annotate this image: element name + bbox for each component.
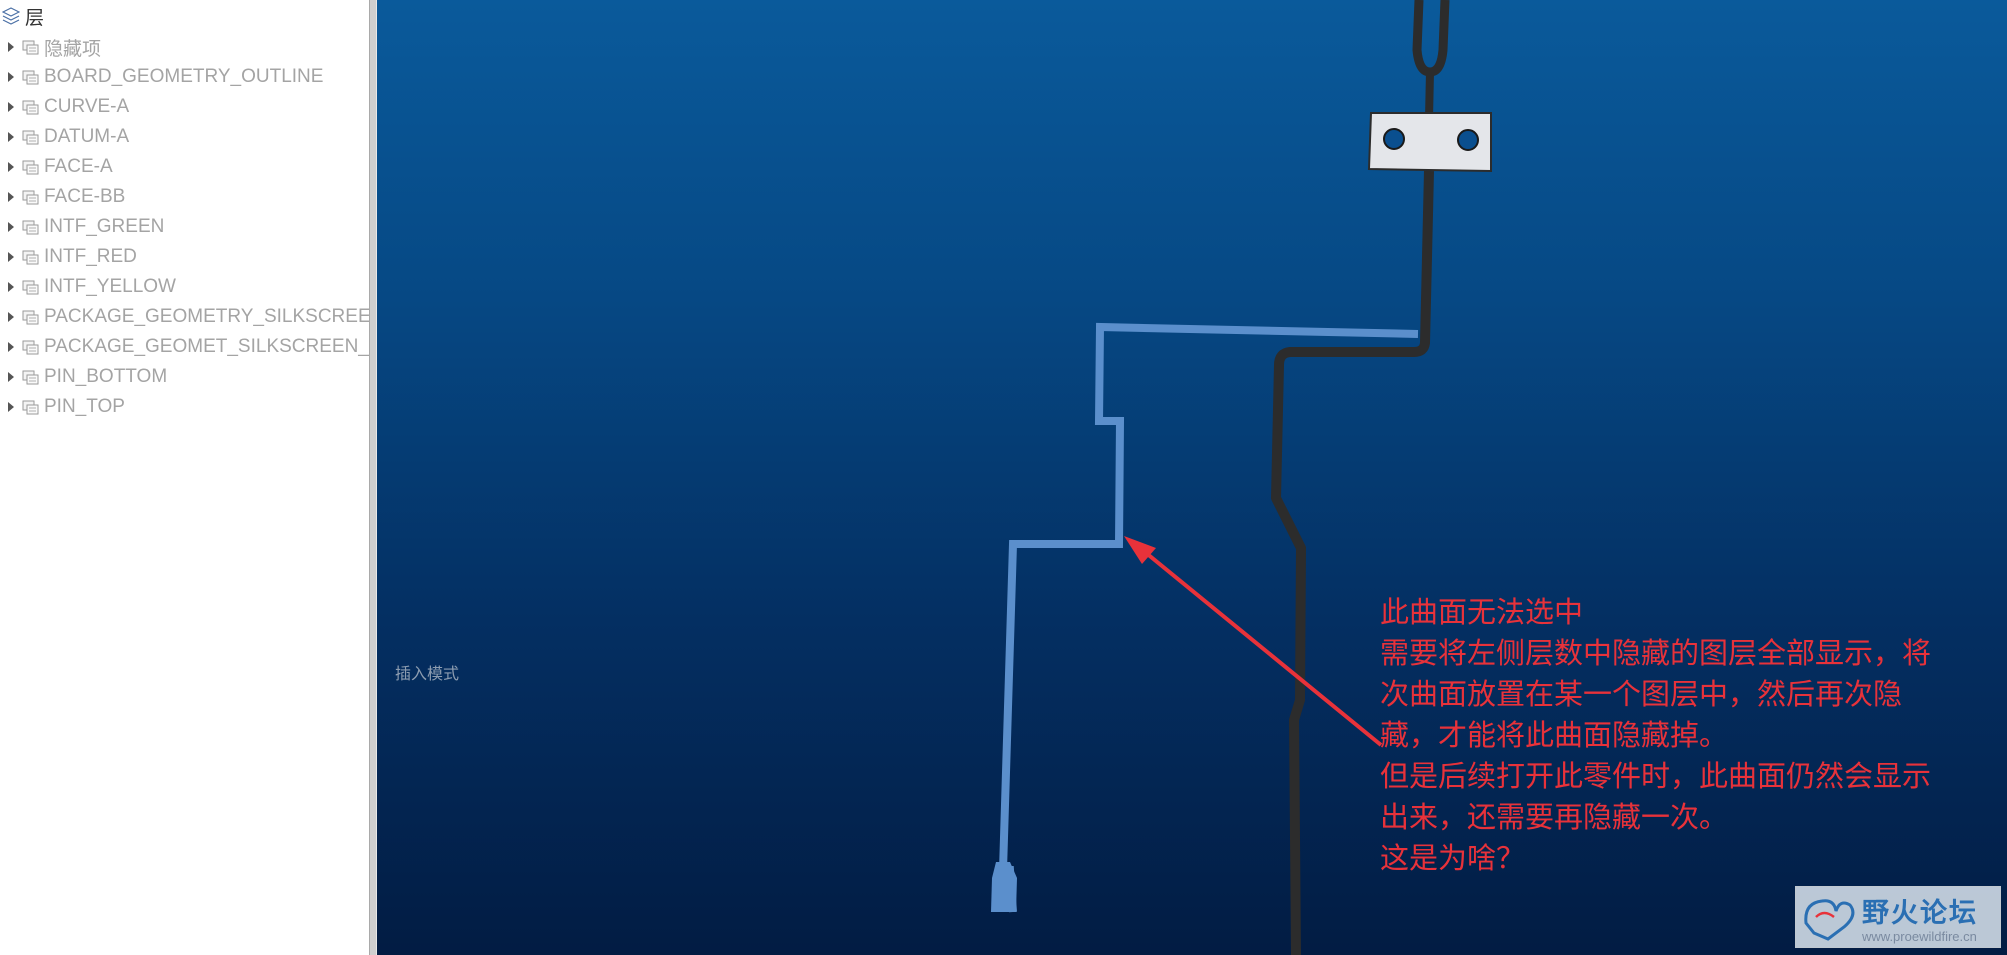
layer-item[interactable]: INTF_YELLOW	[0, 272, 369, 302]
trace-upper	[1425, 71, 1434, 119]
layer-icon	[22, 100, 39, 114]
layer-icon	[22, 340, 39, 354]
annotation-line: 这是为啥？	[1380, 841, 1526, 875]
layer-panel-header[interactable]: 层	[2, 4, 45, 29]
layer-label: DATUM-A	[44, 126, 130, 147]
layer-label: PIN_TOP	[44, 396, 125, 417]
expand-arrow-icon[interactable]	[8, 132, 14, 142]
layer-item[interactable]: PACKAGE_GEOMET_SILKSCREEN_B	[0, 332, 382, 362]
expand-arrow-icon[interactable]	[8, 102, 14, 112]
layer-item[interactable]: FACE-A	[0, 152, 369, 182]
layer-icon	[22, 370, 39, 384]
layer-item[interactable]: DATUM-A	[0, 122, 369, 152]
annotation-line: 但是后续打开此零件时，此曲面仍然会显示	[1380, 759, 1932, 793]
annotation-arrow-line	[1138, 546, 1383, 747]
annotation-line: 此曲面无法选中	[1380, 595, 1584, 629]
annotation-arrowhead	[1124, 536, 1156, 564]
layer-item[interactable]: INTF_RED	[0, 242, 369, 272]
layer-label: INTF_GREEN	[44, 216, 165, 237]
panel-splitter[interactable]	[369, 0, 377, 955]
layer-label: PACKAGE_GEOMET_SILKSCREEN_B	[44, 336, 382, 357]
layer-label: 隐藏项	[44, 38, 102, 60]
layer-item[interactable]: PACKAGE_GEOMETRY_SILKSCREEN	[0, 302, 384, 332]
expand-arrow-icon[interactable]	[8, 192, 14, 202]
forum-watermark: 野火论坛 www.proewildfire.cn	[1795, 886, 2001, 948]
layer-icon	[22, 130, 39, 144]
layer-label: PIN_BOTTOM	[44, 366, 168, 387]
layer-item[interactable]: PIN_TOP	[0, 392, 369, 422]
expand-arrow-icon[interactable]	[8, 252, 14, 262]
layer-tree: 隐藏项 BOARD_GEOMETRY_OUTLINE CURVE-A DATUM-A F…	[0, 32, 384, 422]
layer-label: INTF_RED	[44, 246, 137, 267]
layer-tree-panel: 层 隐藏项 BOARD_GEOMETRY_OUTLINE CURVE-A DATUM-…	[0, 0, 384, 955]
expand-arrow-icon[interactable]	[8, 162, 14, 172]
annotation-text: 此曲面无法选中需要将左侧层数中隐藏的图层全部显示，将 次曲面放置在某一个图层中，然…	[1380, 592, 2000, 879]
pad-hole-right	[1457, 129, 1479, 151]
surface-end-tab	[991, 862, 1017, 912]
watermark-title: 野火论坛	[1862, 898, 1978, 929]
layer-icon	[22, 400, 39, 414]
expand-arrow-icon[interactable]	[8, 312, 14, 322]
layer-label: FACE-A	[44, 156, 113, 177]
layer-label: CURVE-A	[44, 96, 130, 117]
layer-item[interactable]: FACE-BB	[0, 182, 369, 212]
layer-icon	[22, 250, 39, 264]
graphics-viewport[interactable]: 插入模式 此曲面无法选中需要将左侧层数中隐藏的图层全部显示，将 次曲面放置在某一个…	[377, 0, 2007, 955]
layer-item[interactable]: PIN_BOTTOM	[0, 362, 369, 392]
layer-label: BOARD_GEOMETRY_OUTLINE	[44, 66, 324, 87]
expand-arrow-icon[interactable]	[8, 282, 14, 292]
layer-item[interactable]: CURVE-A	[0, 92, 369, 122]
layer-label: FACE-BB	[44, 186, 126, 207]
expand-arrow-icon[interactable]	[8, 222, 14, 232]
trace-top-loop	[1412, 0, 1450, 77]
layer-icon	[22, 190, 39, 204]
layer-item[interactable]: 隐藏项	[0, 32, 369, 62]
expand-arrow-icon[interactable]	[8, 372, 14, 382]
wildfire-logo-icon	[1804, 899, 1855, 941]
annotation-line: 藏，才能将此曲面隐藏掉。	[1380, 718, 1729, 752]
layer-icon	[22, 280, 39, 294]
expand-arrow-icon[interactable]	[8, 42, 14, 52]
annotation-line: 出来，还需要再隐藏一次。	[1380, 800, 1729, 834]
insert-mode-label: 插入模式	[395, 664, 460, 683]
layer-icon	[22, 160, 39, 174]
layer-panel-title: 层	[25, 6, 45, 29]
expand-arrow-icon[interactable]	[8, 342, 14, 352]
annotation-line: 需要将左侧层数中隐藏的图层全部显示，将	[1380, 636, 1932, 670]
layer-label: PACKAGE_GEOMETRY_SILKSCREEN	[44, 306, 385, 327]
expand-arrow-icon[interactable]	[8, 402, 14, 412]
layer-icon	[22, 220, 39, 234]
layer-icon	[22, 310, 39, 324]
pad-hole-left	[1383, 128, 1405, 150]
layer-label: INTF_YELLOW	[44, 276, 176, 297]
layer-item[interactable]: INTF_GREEN	[0, 212, 369, 242]
layers-icon	[2, 7, 20, 25]
layer-icon	[22, 40, 39, 54]
annotation-line: 次曲面放置在某一个图层中，然后再次隐	[1380, 677, 1903, 711]
watermark-url: www.proewildfire.cn	[1862, 929, 1977, 944]
layer-icon	[22, 70, 39, 84]
layer-item[interactable]: BOARD_GEOMETRY_OUTLINE	[0, 62, 369, 92]
unselectable-surface[interactable]	[998, 322, 1419, 913]
expand-arrow-icon[interactable]	[8, 72, 14, 82]
